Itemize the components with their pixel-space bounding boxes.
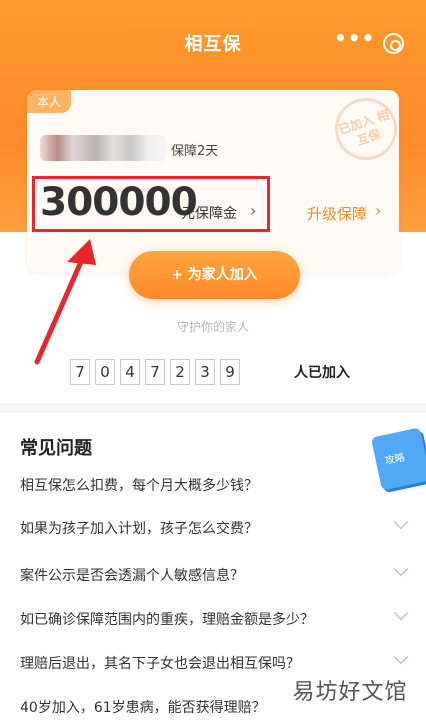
counter-digit: 3 — [195, 359, 215, 385]
chevron-right-icon[interactable]: › — [375, 201, 381, 220]
circle-close-icon[interactable] — [383, 33, 404, 54]
chevron-down-icon — [393, 514, 409, 530]
guard-family-text: 守护你的家人 — [176, 320, 249, 334]
joined-label: 人已加入 — [294, 365, 350, 381]
faq-question: 理赔后退出，其名下子女也会退出相互保吗？ — [20, 656, 300, 672]
chevron-down-icon — [393, 649, 409, 665]
more-dots-icon[interactable]: ••• — [334, 28, 374, 52]
self-tag: 本人 — [27, 90, 72, 113]
chevron-down-icon — [393, 605, 409, 621]
faq-question: 如已确诊保障范围内的重疾，理赔金额是多少？ — [20, 612, 314, 628]
guarantee-amount[interactable]: 300000 — [40, 180, 198, 225]
counter-digit: 0 — [95, 359, 115, 385]
faq-question: 40岁加入，61岁患病，能否获得理赔？ — [20, 700, 266, 716]
section-divider — [0, 403, 426, 413]
upgrade-guarantee-link[interactable]: 升级保障 — [307, 203, 367, 224]
counter-digit: 4 — [120, 359, 140, 385]
faq-item[interactable]: 如已确诊保障范围内的重疾，理赔金额是多少？ — [20, 597, 410, 639]
chevron-down-icon — [393, 561, 409, 577]
counter-digit: 7 — [70, 359, 90, 385]
add-family-button[interactable]: + 为家人加入 — [129, 251, 300, 299]
joined-stamp: 已加入 相互保 — [326, 89, 406, 169]
watermark: 易坊好文馆 — [274, 673, 426, 713]
guarantee-amount-unit[interactable]: 元保障金 — [181, 203, 237, 223]
faq-question: 案件公示是否会透漏个人敏感信息？ — [20, 568, 244, 584]
faq-question: 如果为孩子加入计划，孩子怎么交费？ — [20, 521, 258, 537]
faq-title: 常见问题 — [20, 438, 92, 459]
faq-item[interactable]: 相互保怎么扣费，每个月大概多少钱？ — [20, 463, 410, 505]
faq-item[interactable]: 如果为孩子加入计划，孩子怎么交费？ — [20, 506, 410, 548]
counter-digit: 9 — [220, 359, 240, 385]
blurred-name — [40, 135, 166, 161]
counter-digit: 2 — [170, 359, 190, 385]
joined-counter: 7 0 4 7 2 3 9 — [70, 359, 245, 385]
faq-question: 相互保怎么扣费，每个月大概多少钱？ — [20, 478, 258, 494]
faq-item[interactable]: 案件公示是否会透漏个人敏感信息？ — [20, 553, 410, 595]
chevron-right-icon[interactable]: › — [250, 201, 256, 220]
counter-digit: 7 — [145, 359, 165, 385]
guarantee-days: 保障2天 — [171, 144, 219, 159]
